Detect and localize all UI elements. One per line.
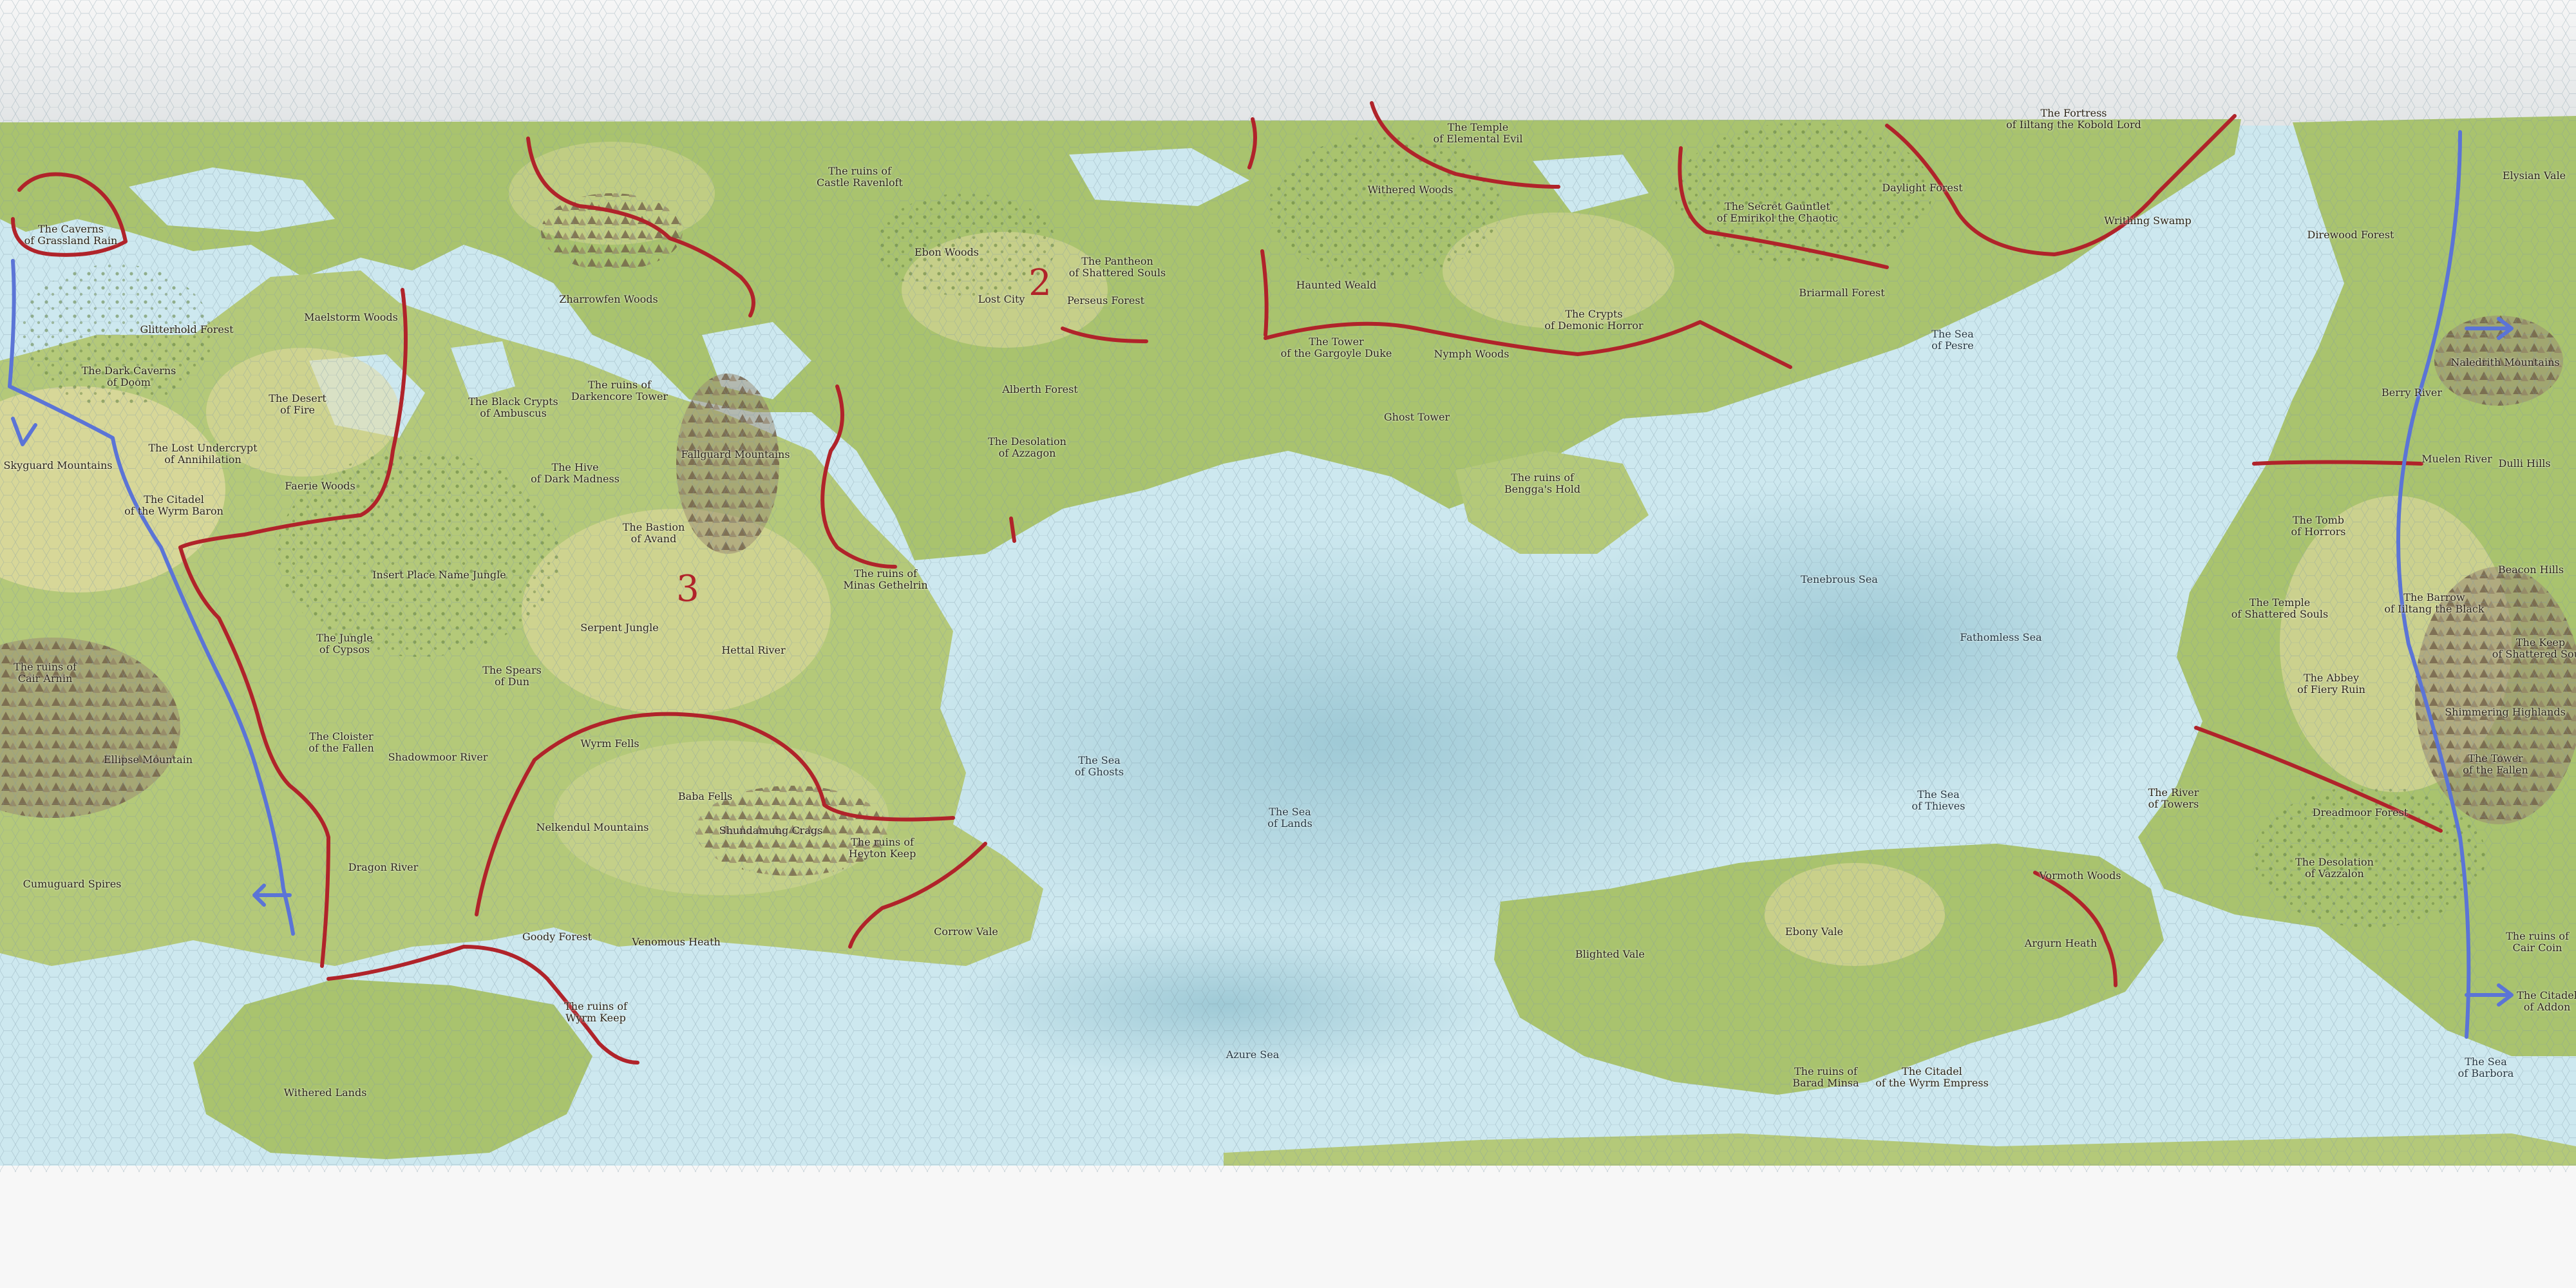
region-number-3: 3 (676, 568, 699, 610)
border-muelen (2252, 460, 2423, 466)
south-ice-cap (0, 1166, 2576, 1288)
fantasy-world-map: 2 3 The Caverns of Grassland Rain The ru… (0, 0, 2576, 1288)
map-canvas (0, 0, 2576, 1288)
region-number-2: 2 (1028, 262, 1052, 304)
hex-grid (0, 0, 2576, 1172)
